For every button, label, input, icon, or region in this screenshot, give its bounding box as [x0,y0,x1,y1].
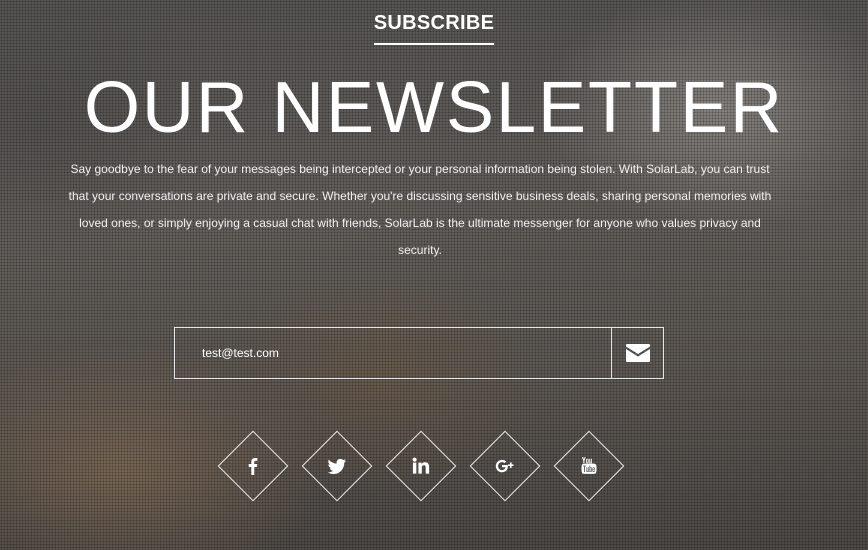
google-plus-link[interactable] [469,430,541,502]
subscribe-label: SUBSCRIBE [373,12,495,45]
youtube-icon [581,457,597,474]
facebook-icon [248,458,258,475]
linkedin-icon [412,457,430,474]
google-plus-icon [495,459,514,473]
subscribe-submit-button[interactable] [611,328,663,378]
email-input[interactable] [175,328,611,378]
newsletter-headline: OUR NEWSLETTER [83,68,785,148]
social-links [217,430,637,502]
subscribe-form [174,327,664,379]
envelope-icon [625,344,650,362]
youtube-link[interactable] [553,430,625,502]
newsletter-description: Say goodbye to the fear of your messages… [68,162,772,257]
subscribe-heading: SUBSCRIBE [0,12,868,45]
newsletter-section: SUBSCRIBE OUR NEWSLETTER Say goodbye to … [0,0,868,550]
twitter-icon [327,458,346,474]
linkedin-link[interactable] [385,430,457,502]
twitter-link[interactable] [301,430,373,502]
facebook-link[interactable] [217,430,289,502]
